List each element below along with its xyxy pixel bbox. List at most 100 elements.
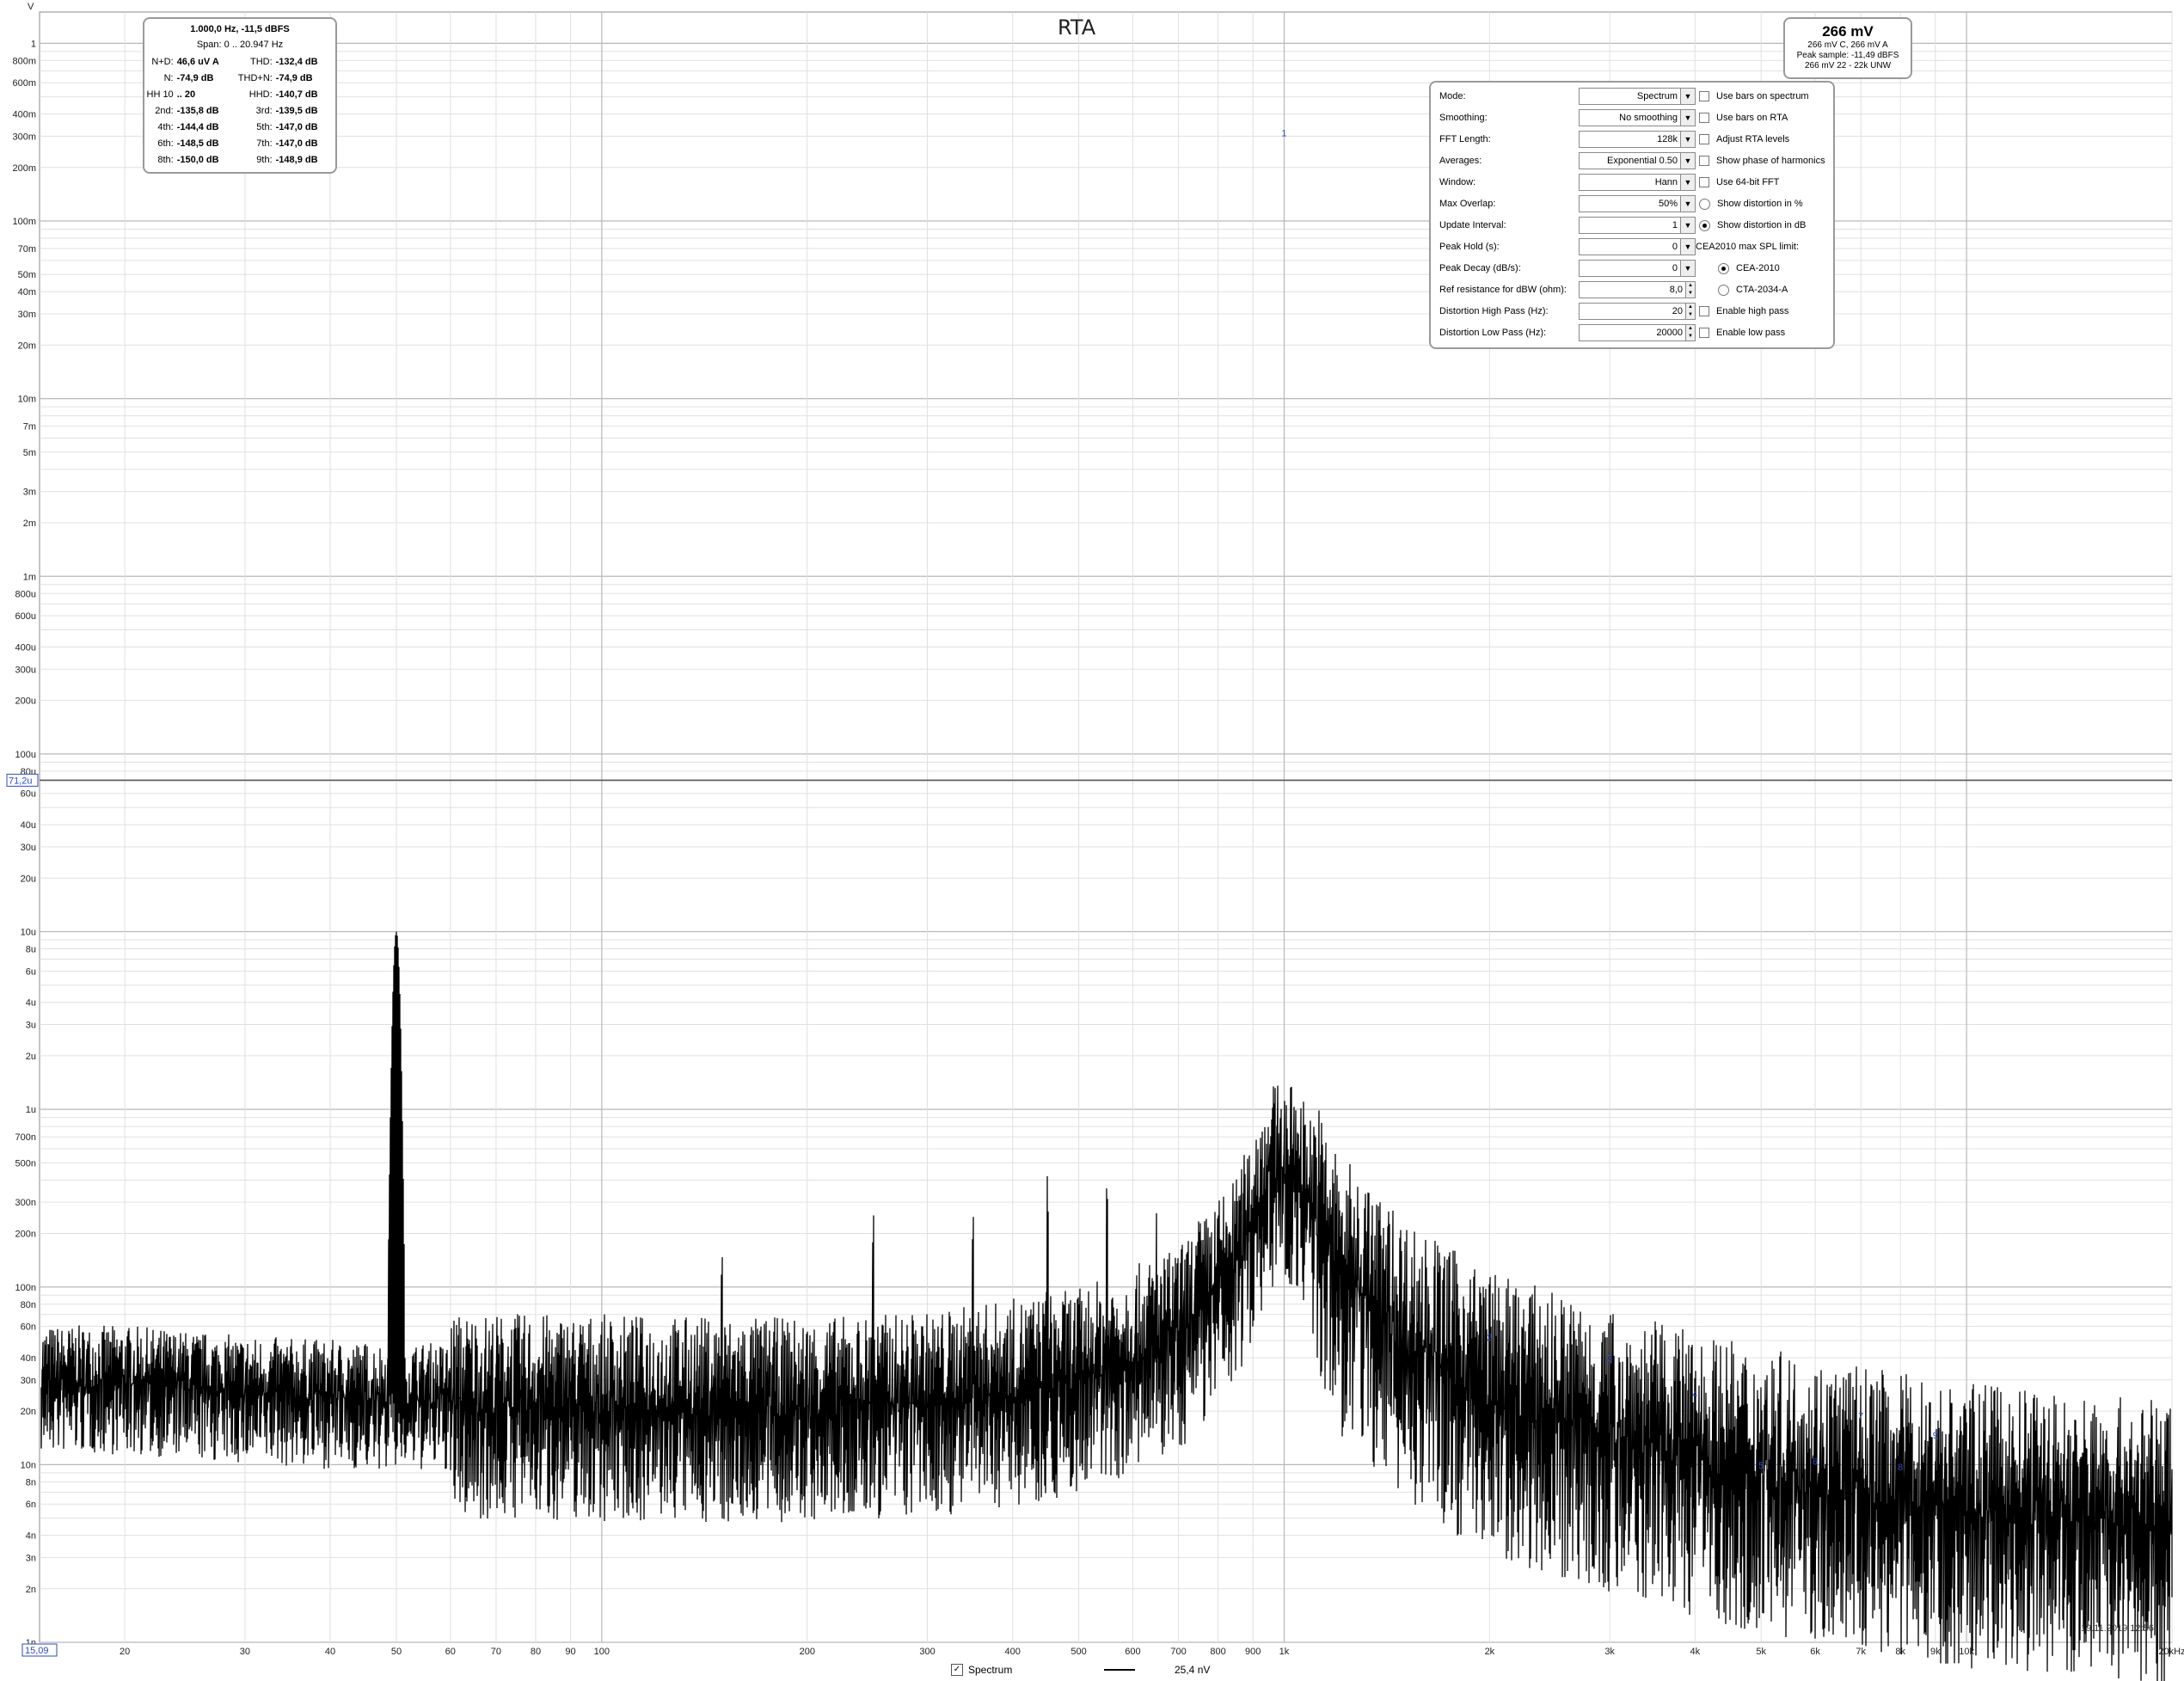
setting-label: Window: (1439, 177, 1476, 187)
chevron-down-icon[interactable]: ▼ (1680, 89, 1695, 104)
option-checkbox[interactable]: Enable high pass (1699, 303, 1788, 320)
setting-label: Max Overlap: (1439, 199, 1496, 209)
checkbox[interactable] (1699, 134, 1709, 144)
checkbox[interactable] (1699, 177, 1709, 187)
y-tick-label: 4n (26, 1531, 36, 1542)
y-tick-label: 30m (18, 310, 36, 320)
checkbox[interactable] (1699, 113, 1709, 123)
option-checkbox[interactable]: Enable low pass (1699, 324, 1785, 341)
y-tick-label: 40m (18, 287, 36, 298)
setting-value: 20 (1672, 306, 1683, 316)
chevron-down-icon[interactable]: ▼ (1680, 196, 1695, 212)
y-tick-label: 800u (15, 589, 36, 599)
timestamp: 19.11.2019 12:56 (2081, 1623, 2154, 1634)
chevron-down-icon[interactable]: ▼ (1680, 218, 1695, 233)
rta-plot[interactable]: 1 800m 600m 400m 300m 200m 100m 70m 50m 40m 30m 20m… (0, 0, 2184, 1681)
x-tick-label: 50 (391, 1647, 402, 1657)
y-tick-label: 70m (18, 244, 36, 255)
level-peak-sample: Peak sample: -11,49 dBFS (1796, 51, 1899, 60)
x-tick-label: 900 (1245, 1647, 1261, 1657)
stats-v1: -74,9 dB (176, 72, 214, 83)
setting-dropdown[interactable]: Hann ▼ (1579, 174, 1696, 191)
setting-dropdown[interactable]: 0 ▼ (1579, 238, 1696, 255)
setting-dropdown[interactable]: 50% ▼ (1579, 195, 1696, 212)
setting-dropdown[interactable]: 0 ▼ (1579, 260, 1696, 277)
y-tick-label: 40n (21, 1353, 36, 1364)
setting-dropdown[interactable]: Exponential 0.50 ▼ (1579, 152, 1696, 169)
setting-dropdown[interactable]: 1 ▼ (1579, 217, 1696, 234)
stats-l1: 2nd: (155, 105, 174, 116)
stats-l1: HH 10 (146, 89, 174, 100)
setting-dropdown[interactable]: No smoothing ▼ (1579, 109, 1696, 126)
option-label: Show phase of harmonics (1716, 156, 1825, 166)
radio-button[interactable] (1699, 198, 1710, 210)
option-radio-indent[interactable]: CEA-2010 (1718, 260, 1780, 277)
legend-spectrum-toggle[interactable]: ✓ Spectrum (951, 1661, 1012, 1678)
chart-title: RTA (1058, 15, 1096, 40)
option-radio-indent[interactable]: CTA-2034-A (1718, 281, 1788, 298)
option-radio[interactable]: Show distortion in % (1699, 195, 1803, 212)
setting-spinner[interactable]: 20000 ▲ ▼ (1579, 324, 1696, 341)
x-tick-label: 30 (240, 1647, 250, 1657)
stats-v2: -139,5 dB (275, 105, 318, 116)
setting-row: Distortion High Pass (Hz): 20 ▲ ▼ (1439, 303, 1696, 320)
spinner-arrows-icon[interactable]: ▲ ▼ (1685, 325, 1695, 340)
stats-v2: -148,9 dB (275, 154, 318, 165)
radio-button[interactable] (1699, 219, 1710, 231)
setting-value: 20000 (1656, 328, 1683, 338)
stats-v1: -135,8 dB (176, 105, 219, 116)
checkbox[interactable] (1699, 306, 1709, 316)
setting-label: Peak Hold (s): (1439, 242, 1500, 252)
option-checkbox[interactable]: Use bars on RTA (1699, 109, 1788, 126)
checkbox[interactable] (1699, 156, 1709, 166)
chevron-down-icon[interactable]: ▼ (1680, 153, 1695, 169)
level-meter-panel: 266 mV 266 mV C, 266 mV A Peak sample: -… (1783, 17, 1912, 79)
spinner-arrows-icon[interactable]: ▲ ▼ (1685, 282, 1695, 298)
checkbox[interactable] (1699, 91, 1709, 101)
option-label: Use bars on spectrum (1716, 91, 1809, 101)
y-tick-label: 8n (26, 1477, 36, 1488)
option-label: Show distortion in dB (1717, 220, 1807, 230)
option-label: Enable low pass (1716, 328, 1786, 338)
y-tick-label: 20u (21, 874, 36, 884)
setting-spinner[interactable]: 8,0 ▲ ▼ (1579, 281, 1696, 298)
checkbox[interactable] (1699, 328, 1709, 338)
stats-row: HH 10.. 20 HHD: -140,7 dB (144, 86, 335, 102)
radio-button[interactable] (1718, 284, 1729, 296)
y-tick-label: 100n (15, 1283, 36, 1293)
option-checkbox[interactable]: Use bars on spectrum (1699, 88, 1809, 105)
chevron-down-icon[interactable]: ▼ (1680, 261, 1695, 276)
y-tick-label: 400m (12, 110, 36, 120)
setting-row: Peak Hold (s): 0 ▼ (1439, 238, 1696, 255)
setting-spinner[interactable]: 20 ▲ ▼ (1579, 303, 1696, 320)
option-checkbox[interactable]: Use 64-bit FFT (1699, 174, 1779, 191)
y-tick-label: 300m (12, 132, 36, 142)
setting-dropdown[interactable]: 128k ▼ (1579, 131, 1696, 148)
stats-l2: 9th: (256, 154, 273, 165)
chevron-down-icon[interactable]: ▼ (1680, 175, 1695, 190)
option-checkbox[interactable]: Show phase of harmonics (1699, 152, 1825, 169)
spinner-arrows-icon[interactable]: ▲ ▼ (1685, 304, 1695, 319)
chevron-down-icon[interactable]: ▼ (1680, 110, 1695, 126)
y-tick-label: 6u (26, 966, 36, 977)
stats-row: 2nd: -135,8 dB 3rd: -139,5 dB (144, 102, 335, 119)
stats-v1: 46,6 uV A (176, 56, 219, 67)
setting-value: 0 (1672, 263, 1678, 273)
chevron-down-icon[interactable]: ▼ (1680, 239, 1695, 255)
chevron-down-icon[interactable]: ▼ (1680, 132, 1695, 147)
x-tick-label: 60 (445, 1647, 456, 1657)
setting-dropdown[interactable]: Spectrum ▼ (1579, 88, 1696, 105)
legend-spectrum-label: Spectrum (968, 1664, 1013, 1676)
setting-row: Peak Decay (dB/s): 0 ▼ (1439, 260, 1696, 277)
setting-label: Ref resistance for dBW (ohm): (1439, 285, 1567, 295)
y-tick-label: 8u (26, 945, 36, 955)
option-checkbox[interactable]: Adjust RTA levels (1699, 131, 1789, 148)
harmonic-marker-8: 8 (1898, 1463, 1903, 1473)
checkmark-icon[interactable]: ✓ (951, 1664, 963, 1676)
y-tick-label: 100m (12, 217, 36, 227)
radio-button[interactable] (1718, 262, 1729, 274)
option-radio[interactable]: Show distortion in dB (1699, 217, 1806, 234)
y-tick-label: 300n (15, 1198, 36, 1208)
y-tick-label: 100u (15, 750, 36, 760)
y-tick-label: 3u (26, 1021, 36, 1031)
